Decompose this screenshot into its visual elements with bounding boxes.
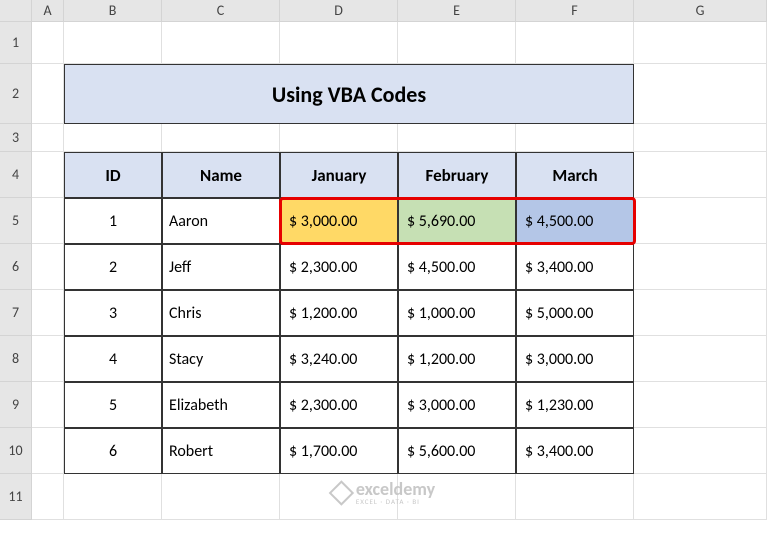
table-row[interactable]: $ 1,000.00 [398, 290, 516, 336]
table-row[interactable]: $ 2,300.00 [280, 244, 398, 290]
cell-G8[interactable] [634, 336, 767, 382]
col-header-E[interactable]: E [398, 0, 516, 22]
col-header-C[interactable]: C [162, 0, 280, 22]
table-row[interactable]: $ 1,200.00 [398, 336, 516, 382]
col-header-G[interactable]: G [634, 0, 767, 22]
row-header-1[interactable]: 1 [0, 22, 32, 64]
cell-G10[interactable] [634, 428, 767, 474]
row-header-9[interactable]: 9 [0, 382, 32, 428]
cell-G9[interactable] [634, 382, 767, 428]
row-header-7[interactable]: 7 [0, 290, 32, 336]
row-header-6[interactable]: 6 [0, 244, 32, 290]
table-row[interactable]: $ 1,700.00 [280, 428, 398, 474]
cell-G11[interactable] [634, 474, 767, 520]
table-row[interactable]: $ 5,600.00 [398, 428, 516, 474]
cell-A11[interactable] [32, 474, 64, 520]
cell-F1[interactable] [516, 22, 634, 64]
table-row[interactable]: Elizabeth [162, 382, 280, 428]
table-row[interactable]: $ 3,000.00 [280, 198, 398, 244]
table-row[interactable]: $ 1,230.00 [516, 382, 634, 428]
row-header-3[interactable]: 3 [0, 124, 32, 152]
table-row[interactable]: $ 3,240.00 [280, 336, 398, 382]
cell-A3[interactable] [32, 124, 64, 152]
table-header-january[interactable]: January [280, 152, 398, 198]
table-row[interactable]: 1 [64, 198, 162, 244]
cell-A9[interactable] [32, 382, 64, 428]
cell-F11[interactable] [516, 474, 634, 520]
cell-A4[interactable] [32, 152, 64, 198]
table-header-february[interactable]: February [398, 152, 516, 198]
table-header-march[interactable]: March [516, 152, 634, 198]
cell-C1[interactable] [162, 22, 280, 64]
table-row[interactable]: $ 3,000.00 [398, 382, 516, 428]
table-row[interactable]: $ 3,000.00 [516, 336, 634, 382]
cell-G2[interactable] [634, 64, 767, 124]
cell-E1[interactable] [398, 22, 516, 64]
table-row[interactable]: $ 4,500.00 [516, 198, 634, 244]
table-row[interactable]: 4 [64, 336, 162, 382]
col-header-D[interactable]: D [280, 0, 398, 22]
row-header-10[interactable]: 10 [0, 428, 32, 474]
cell-G6[interactable] [634, 244, 767, 290]
cell-C3[interactable] [162, 124, 280, 152]
col-header-A[interactable]: A [32, 0, 64, 22]
row-header-8[interactable]: 8 [0, 336, 32, 382]
table-row[interactable]: Robert [162, 428, 280, 474]
sheet-rows: 1 2 Using VBA Codes 3 [0, 22, 767, 520]
col-header-F[interactable]: F [516, 0, 634, 22]
table-row[interactable]: 5 [64, 382, 162, 428]
table-row[interactable]: $ 4,500.00 [398, 244, 516, 290]
cell-B3[interactable] [64, 124, 162, 152]
cell-A8[interactable] [32, 336, 64, 382]
col-header-B[interactable]: B [64, 0, 162, 22]
column-headers: A B C D E F G [0, 0, 767, 22]
cell-B11[interactable] [64, 474, 162, 520]
cell-G7[interactable] [634, 290, 767, 336]
table-row[interactable]: Chris [162, 290, 280, 336]
cell-A6[interactable] [32, 244, 64, 290]
cell-G5[interactable] [634, 198, 767, 244]
cell-B1[interactable] [64, 22, 162, 64]
table-row[interactable]: $ 5,000.00 [516, 290, 634, 336]
table-row[interactable]: $ 5,690.00 [398, 198, 516, 244]
table-row[interactable]: $ 2,300.00 [280, 382, 398, 428]
spreadsheet-grid: A B C D E F G 1 2 Using VBA Codes 3 [0, 0, 767, 533]
cell-D1[interactable] [280, 22, 398, 64]
cell-G4[interactable] [634, 152, 767, 198]
table-row[interactable]: 3 [64, 290, 162, 336]
title-cell[interactable]: Using VBA Codes [64, 64, 634, 124]
cell-A2[interactable] [32, 64, 64, 124]
table-header-name[interactable]: Name [162, 152, 280, 198]
row-header-4[interactable]: 4 [0, 152, 32, 198]
table-row[interactable]: $ 1,200.00 [280, 290, 398, 336]
select-all-corner[interactable] [0, 0, 32, 22]
cell-E3[interactable] [398, 124, 516, 152]
cell-A1[interactable] [32, 22, 64, 64]
table-row[interactable]: 2 [64, 244, 162, 290]
cell-E11[interactable] [398, 474, 516, 520]
cell-C11[interactable] [162, 474, 280, 520]
row-header-11[interactable]: 11 [0, 474, 32, 520]
table-row[interactable]: $ 3,400.00 [516, 244, 634, 290]
cell-A10[interactable] [32, 428, 64, 474]
table-row[interactable]: $ 3,400.00 [516, 428, 634, 474]
row-header-5[interactable]: 5 [0, 198, 32, 244]
table-row[interactable]: Aaron [162, 198, 280, 244]
cell-A7[interactable] [32, 290, 64, 336]
cell-G1[interactable] [634, 22, 767, 64]
table-row[interactable]: 6 [64, 428, 162, 474]
cell-D11[interactable] [280, 474, 398, 520]
table-header-id[interactable]: ID [64, 152, 162, 198]
cell-D3[interactable] [280, 124, 398, 152]
table-row[interactable]: Stacy [162, 336, 280, 382]
cell-G3[interactable] [634, 124, 767, 152]
row-header-2[interactable]: 2 [0, 64, 32, 124]
table-row[interactable]: Jeff [162, 244, 280, 290]
cell-A5[interactable] [32, 198, 64, 244]
cell-F3[interactable] [516, 124, 634, 152]
